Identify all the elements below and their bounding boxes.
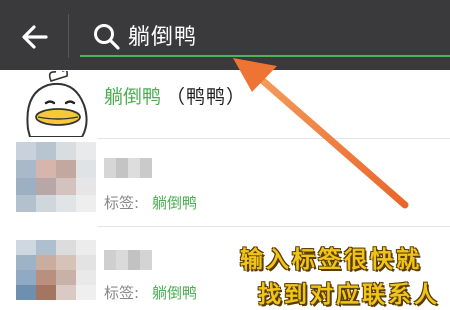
- tag-label: 标签:: [104, 194, 140, 212]
- annotation-text-line1: 输入标签很快就: [240, 247, 422, 273]
- row-divider: [98, 226, 450, 227]
- avatar: [16, 142, 96, 212]
- blurred-contact-name: [104, 250, 154, 270]
- search-toolbar: 躺倒鸭: [0, 0, 450, 70]
- annotation-text-line2: 找到对应联系人: [258, 282, 440, 308]
- blurred-contact-name: [104, 158, 154, 178]
- back-arrow-icon[interactable]: [18, 20, 52, 54]
- row-divider: [98, 138, 450, 139]
- search-input-underline: [80, 55, 450, 57]
- toolbar-divider: [68, 14, 69, 58]
- tag-value-match: 躺倒鸭: [152, 194, 198, 212]
- search-input[interactable]: 躺倒鸭: [128, 19, 197, 51]
- search-icon: [92, 22, 122, 52]
- avatar: [18, 67, 94, 138]
- contact-name-remark: （鸭鸭）: [166, 86, 247, 108]
- contact-name-match: 躺倒鸭: [104, 86, 162, 108]
